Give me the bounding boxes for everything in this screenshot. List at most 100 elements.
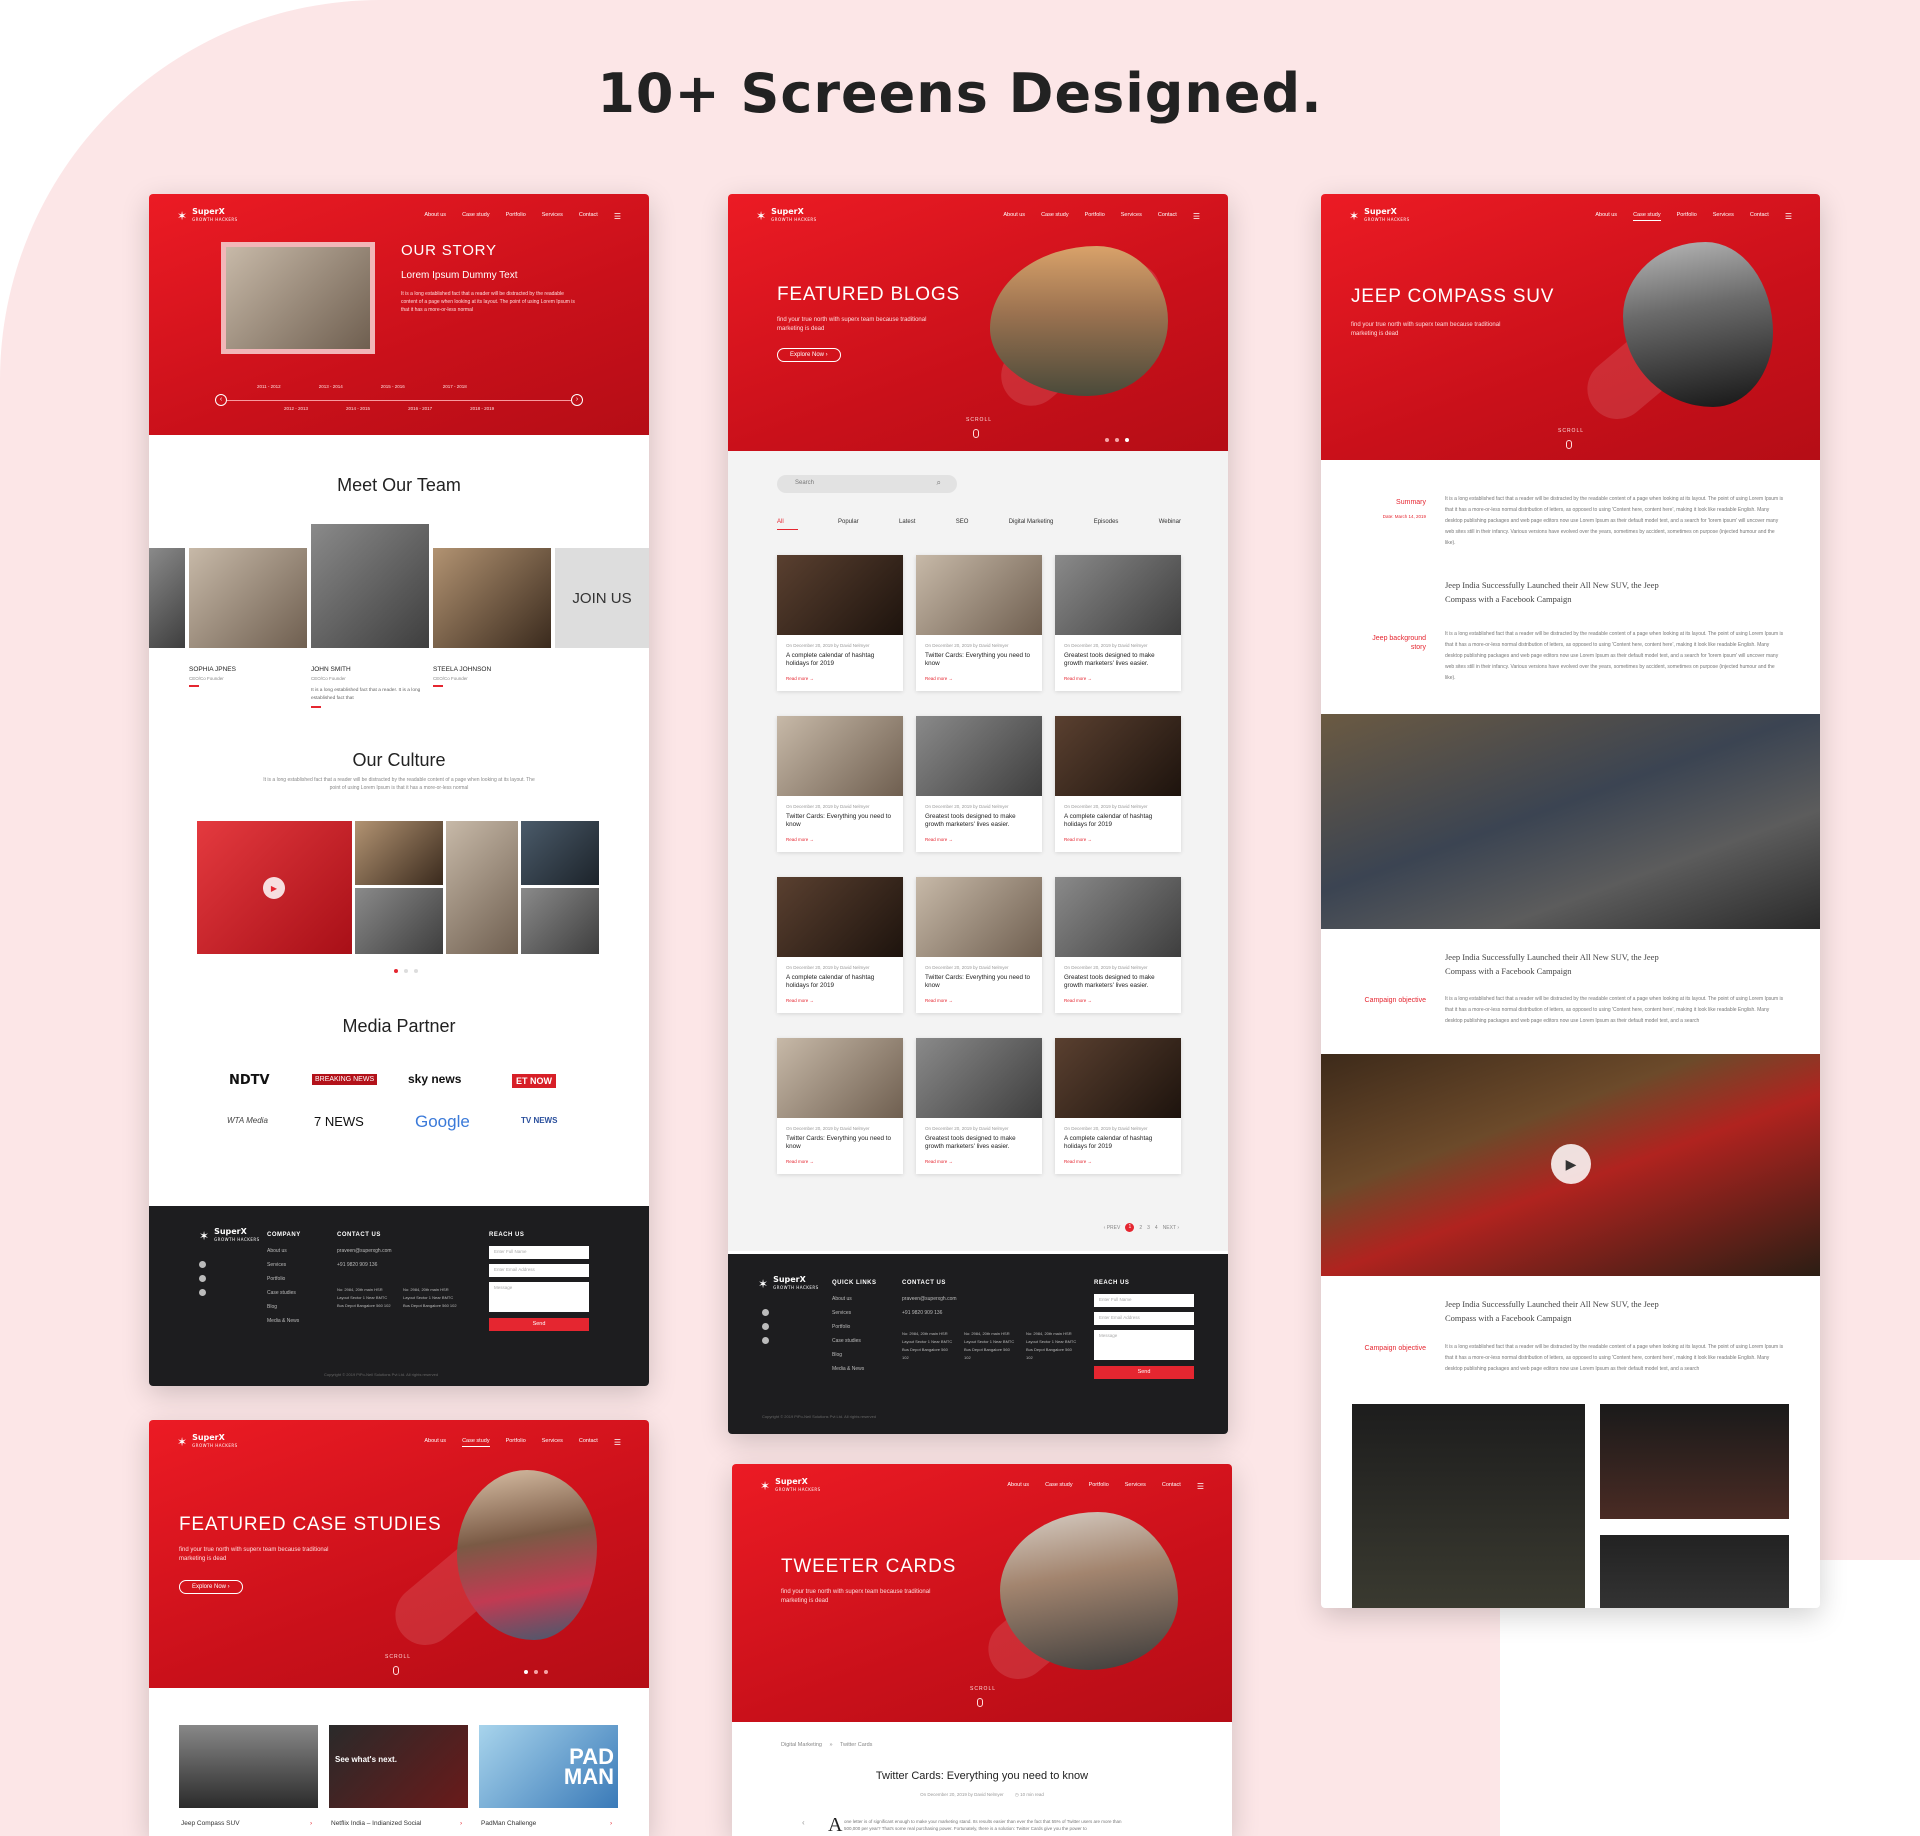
- footer-message-input[interactable]: Message: [1094, 1330, 1194, 1360]
- brand-logo[interactable]: ✶ SuperX GROWTH HACKERS: [177, 1434, 238, 1450]
- dot[interactable]: [1115, 438, 1119, 442]
- blog-card[interactable]: On December 20, 2019 by David Nelmyer Gre…: [916, 716, 1042, 852]
- case-title[interactable]: Jeep Compass SUV: [181, 1820, 240, 1827]
- dot[interactable]: [1105, 438, 1109, 442]
- blog-card[interactable]: On December 20, 2019 by David Nelmyer Twi…: [777, 716, 903, 852]
- nav-about[interactable]: About us: [1595, 212, 1617, 221]
- footer-email-input[interactable]: Enter Email Address: [1094, 1312, 1194, 1325]
- chevron-right-icon[interactable]: ›: [310, 1820, 312, 1827]
- footer-link[interactable]: Portfolio: [267, 1272, 301, 1286]
- blog-card[interactable]: On December 20, 2019 by David Nelmyer A c…: [1055, 1038, 1181, 1174]
- nav-case[interactable]: Case study: [1045, 1482, 1073, 1491]
- footer-link[interactable]: Services: [832, 1306, 877, 1320]
- timeline-prev-icon[interactable]: ‹: [215, 394, 227, 406]
- nav-contact[interactable]: Contact: [1750, 212, 1769, 221]
- footer-phone[interactable]: +91 9820 909 136: [337, 1258, 467, 1272]
- nav-contact[interactable]: Contact: [1158, 212, 1177, 221]
- nav-contact[interactable]: Contact: [579, 212, 598, 221]
- chevron-right-icon[interactable]: ›: [460, 1820, 462, 1827]
- case-title[interactable]: PadMan Challenge: [481, 1820, 536, 1827]
- dot[interactable]: [404, 969, 408, 973]
- instagram-icon[interactable]: [199, 1289, 206, 1296]
- prev-page-link[interactable]: ‹ PREV: [1104, 1225, 1121, 1231]
- footer-logo[interactable]: ✶ SuperX GROWTH HACKERS: [758, 1276, 819, 1292]
- case-thumb-jeep[interactable]: [179, 1725, 318, 1808]
- team-photo-sophia[interactable]: [189, 548, 307, 648]
- nav-portfolio[interactable]: Portfolio: [506, 1438, 526, 1447]
- case-thumb-padman[interactable]: PAD MAN: [479, 1725, 618, 1808]
- footer-logo[interactable]: ✶ SuperX GROWTH HACKERS: [199, 1228, 260, 1244]
- nav-services[interactable]: Services: [542, 1438, 563, 1447]
- footer-message-input[interactable]: Message: [489, 1282, 589, 1312]
- read-more-link[interactable]: Read more →: [1055, 992, 1181, 1013]
- nav-case[interactable]: Case study: [462, 212, 490, 221]
- nav-about[interactable]: About us: [424, 1438, 446, 1447]
- team-photo-john[interactable]: [311, 524, 429, 648]
- nav-services[interactable]: Services: [542, 212, 563, 221]
- page-link[interactable]: 2: [1139, 1225, 1142, 1231]
- blog-card[interactable]: On December 20, 2019 by David Nelmyer Twi…: [916, 555, 1042, 691]
- page-link[interactable]: 1: [1125, 1223, 1135, 1232]
- tab-seo[interactable]: SEO: [956, 519, 969, 530]
- read-more-link[interactable]: Read more →: [777, 992, 903, 1013]
- nav-portfolio[interactable]: Portfolio: [506, 212, 526, 221]
- nav-services[interactable]: Services: [1121, 212, 1142, 221]
- read-more-link[interactable]: Read more →: [777, 831, 903, 852]
- breadcrumb-link[interactable]: Digital Marketing: [781, 1742, 822, 1748]
- nav-case[interactable]: Case study: [1633, 212, 1661, 221]
- footer-link[interactable]: Blog: [832, 1348, 877, 1362]
- tab-popular[interactable]: Popular: [838, 519, 859, 530]
- nav-services[interactable]: Services: [1125, 1482, 1146, 1491]
- footer-link[interactable]: About us: [832, 1292, 877, 1306]
- menu-icon[interactable]: ☰: [1197, 1482, 1204, 1491]
- menu-icon[interactable]: ☰: [614, 212, 621, 221]
- tab-digital-marketing[interactable]: Digital Marketing: [1009, 519, 1054, 530]
- read-more-link[interactable]: Read more →: [916, 670, 1042, 691]
- tab-webinar[interactable]: Webinar: [1159, 519, 1181, 530]
- instagram-icon[interactable]: [762, 1337, 769, 1344]
- timeline-year[interactable]: 2011 - 2012: [257, 384, 281, 389]
- nav-portfolio[interactable]: Portfolio: [1089, 1482, 1109, 1491]
- case-title[interactable]: Netflix India – Indianized Social: [331, 1820, 421, 1827]
- footer-send-button[interactable]: Send: [489, 1318, 589, 1331]
- facebook-icon[interactable]: [199, 1261, 206, 1268]
- search-input[interactable]: Search ⌕: [777, 475, 957, 493]
- footer-link[interactable]: Blog: [267, 1300, 301, 1314]
- read-more-link[interactable]: Read more →: [1055, 831, 1181, 852]
- footer-email[interactable]: praveen@superxgh.com: [337, 1244, 467, 1258]
- timeline-year[interactable]: 2016 - 2017: [408, 406, 432, 411]
- culture-video[interactable]: ▶: [197, 821, 352, 954]
- footer-link[interactable]: Case studies: [267, 1286, 301, 1300]
- footer-name-input[interactable]: Enter Full Name: [1094, 1294, 1194, 1307]
- timeline-year[interactable]: 2018 - 2019: [470, 406, 494, 411]
- footer-link[interactable]: Portfolio: [832, 1320, 877, 1334]
- next-page-link[interactable]: NEXT ›: [1163, 1225, 1179, 1231]
- nav-about[interactable]: About us: [424, 212, 446, 221]
- nav-about[interactable]: About us: [1007, 1482, 1029, 1491]
- blog-card[interactable]: On December 20, 2019 by David Nelmyer Twi…: [777, 1038, 903, 1174]
- brand-logo[interactable]: ✶ SuperX GROWTH HACKERS: [756, 208, 817, 224]
- blog-card[interactable]: On December 20, 2019 by David Nelmyer Gre…: [916, 1038, 1042, 1174]
- footer-email-input[interactable]: Enter Email Address: [489, 1264, 589, 1277]
- timeline-year[interactable]: 2012 - 2013: [284, 406, 308, 411]
- nav-services[interactable]: Services: [1713, 212, 1734, 221]
- join-us-tile[interactable]: JOIN US: [555, 548, 649, 648]
- read-more-link[interactable]: Read more →: [777, 1153, 903, 1174]
- timeline-next-icon[interactable]: ›: [571, 394, 583, 406]
- play-icon[interactable]: ▶: [1551, 1144, 1591, 1184]
- brand-logo[interactable]: ✶ SuperX GROWTH HACKERS: [1349, 208, 1410, 224]
- nav-about[interactable]: About us: [1003, 212, 1025, 221]
- dot[interactable]: [524, 1670, 528, 1674]
- timeline-year[interactable]: 2013 - 2014: [319, 384, 343, 389]
- blog-card[interactable]: On December 20, 2019 by David Nelmyer Twi…: [916, 877, 1042, 1013]
- footer-link[interactable]: About us: [267, 1244, 301, 1258]
- case-thumb-netflix[interactable]: See what's next.: [329, 1725, 468, 1808]
- blog-card[interactable]: On December 20, 2019 by David Nelmyer A c…: [1055, 716, 1181, 852]
- twitter-icon[interactable]: [762, 1323, 769, 1330]
- read-more-link[interactable]: Read more →: [1055, 670, 1181, 691]
- nav-contact[interactable]: Contact: [1162, 1482, 1181, 1491]
- explore-button[interactable]: Explore Now ›: [179, 1580, 243, 1594]
- prev-article-icon[interactable]: ‹: [802, 1818, 805, 1827]
- jeep-video[interactable]: ▶: [1321, 1054, 1820, 1276]
- dot[interactable]: [414, 969, 418, 973]
